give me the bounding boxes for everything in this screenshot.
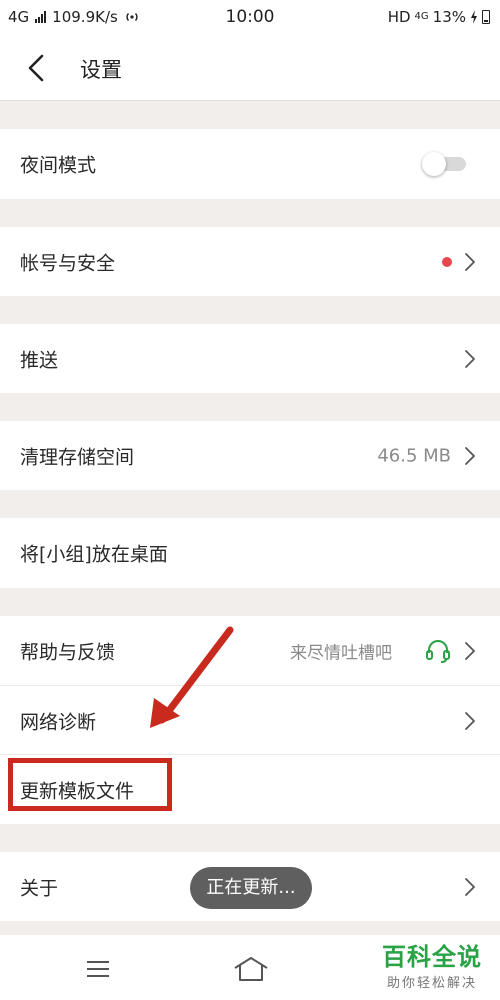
setting-night-mode[interactable]: 夜间模式	[0, 129, 500, 199]
setting-clear-storage[interactable]: 清理存储空间 46.5 MB	[0, 421, 500, 490]
setting-network-diagnose[interactable]: 网络诊断	[0, 686, 500, 755]
battery-icon	[482, 10, 490, 24]
feedback-hint: 来尽情吐槽吧	[290, 643, 392, 664]
watermark-logo: 百科全说 助你轻松解决	[374, 942, 490, 991]
menu-icon[interactable]	[86, 960, 110, 978]
chevron-right-icon	[465, 446, 475, 465]
page-title: 设置	[80, 58, 122, 82]
battery-percent: 13%	[432, 8, 466, 26]
network-diagnose-label: 网络诊断	[20, 711, 97, 733]
storage-size: 46.5 MB	[377, 445, 451, 466]
annotation-arrow	[150, 626, 234, 728]
notification-dot	[442, 256, 452, 267]
about-label: 关于	[20, 877, 59, 899]
home-icon[interactable]	[232, 955, 270, 983]
watermark-main: 百科全说	[382, 943, 482, 971]
charging-icon	[471, 10, 477, 24]
network-type-right: 4G	[414, 11, 429, 22]
chevron-right-icon	[465, 349, 475, 368]
account-security-label: 帐号与安全	[20, 252, 116, 274]
watermark-sub: 助你轻松解决	[386, 976, 477, 991]
chevron-right-icon	[465, 252, 475, 271]
chevron-right-icon	[465, 711, 475, 730]
add-to-desktop-label: 将[小组]放在桌面	[20, 543, 168, 566]
night-mode-label: 夜间模式	[20, 154, 97, 177]
setting-add-to-desktop[interactable]: 将[小组]放在桌面	[0, 518, 500, 588]
setting-account-security[interactable]: 帐号与安全	[0, 227, 500, 296]
headset-icon	[426, 640, 450, 663]
toggle-knob	[422, 152, 446, 176]
back-arrow-icon[interactable]	[22, 50, 52, 86]
setting-push[interactable]: 推送	[0, 324, 500, 393]
status-right: HD 4G 13%	[388, 8, 490, 26]
chevron-right-icon	[465, 642, 475, 660]
status-bar: 4G 109.9K/s 10:00 HD 4G 13%	[0, 0, 500, 36]
push-label: 推送	[20, 349, 59, 371]
clear-storage-label: 清理存储空间	[20, 446, 135, 468]
annotation-highlight-box	[8, 758, 172, 811]
chevron-right-icon	[465, 877, 475, 896]
header-bar: 设置	[0, 36, 500, 101]
night-mode-toggle[interactable]	[422, 152, 466, 176]
setting-help-feedback[interactable]: 帮助与反馈 来尽情吐槽吧	[0, 616, 500, 686]
help-feedback-label: 帮助与反馈	[20, 641, 116, 664]
hd-badge: HD	[387, 8, 411, 26]
toast-message: 正在更新...	[190, 867, 312, 909]
